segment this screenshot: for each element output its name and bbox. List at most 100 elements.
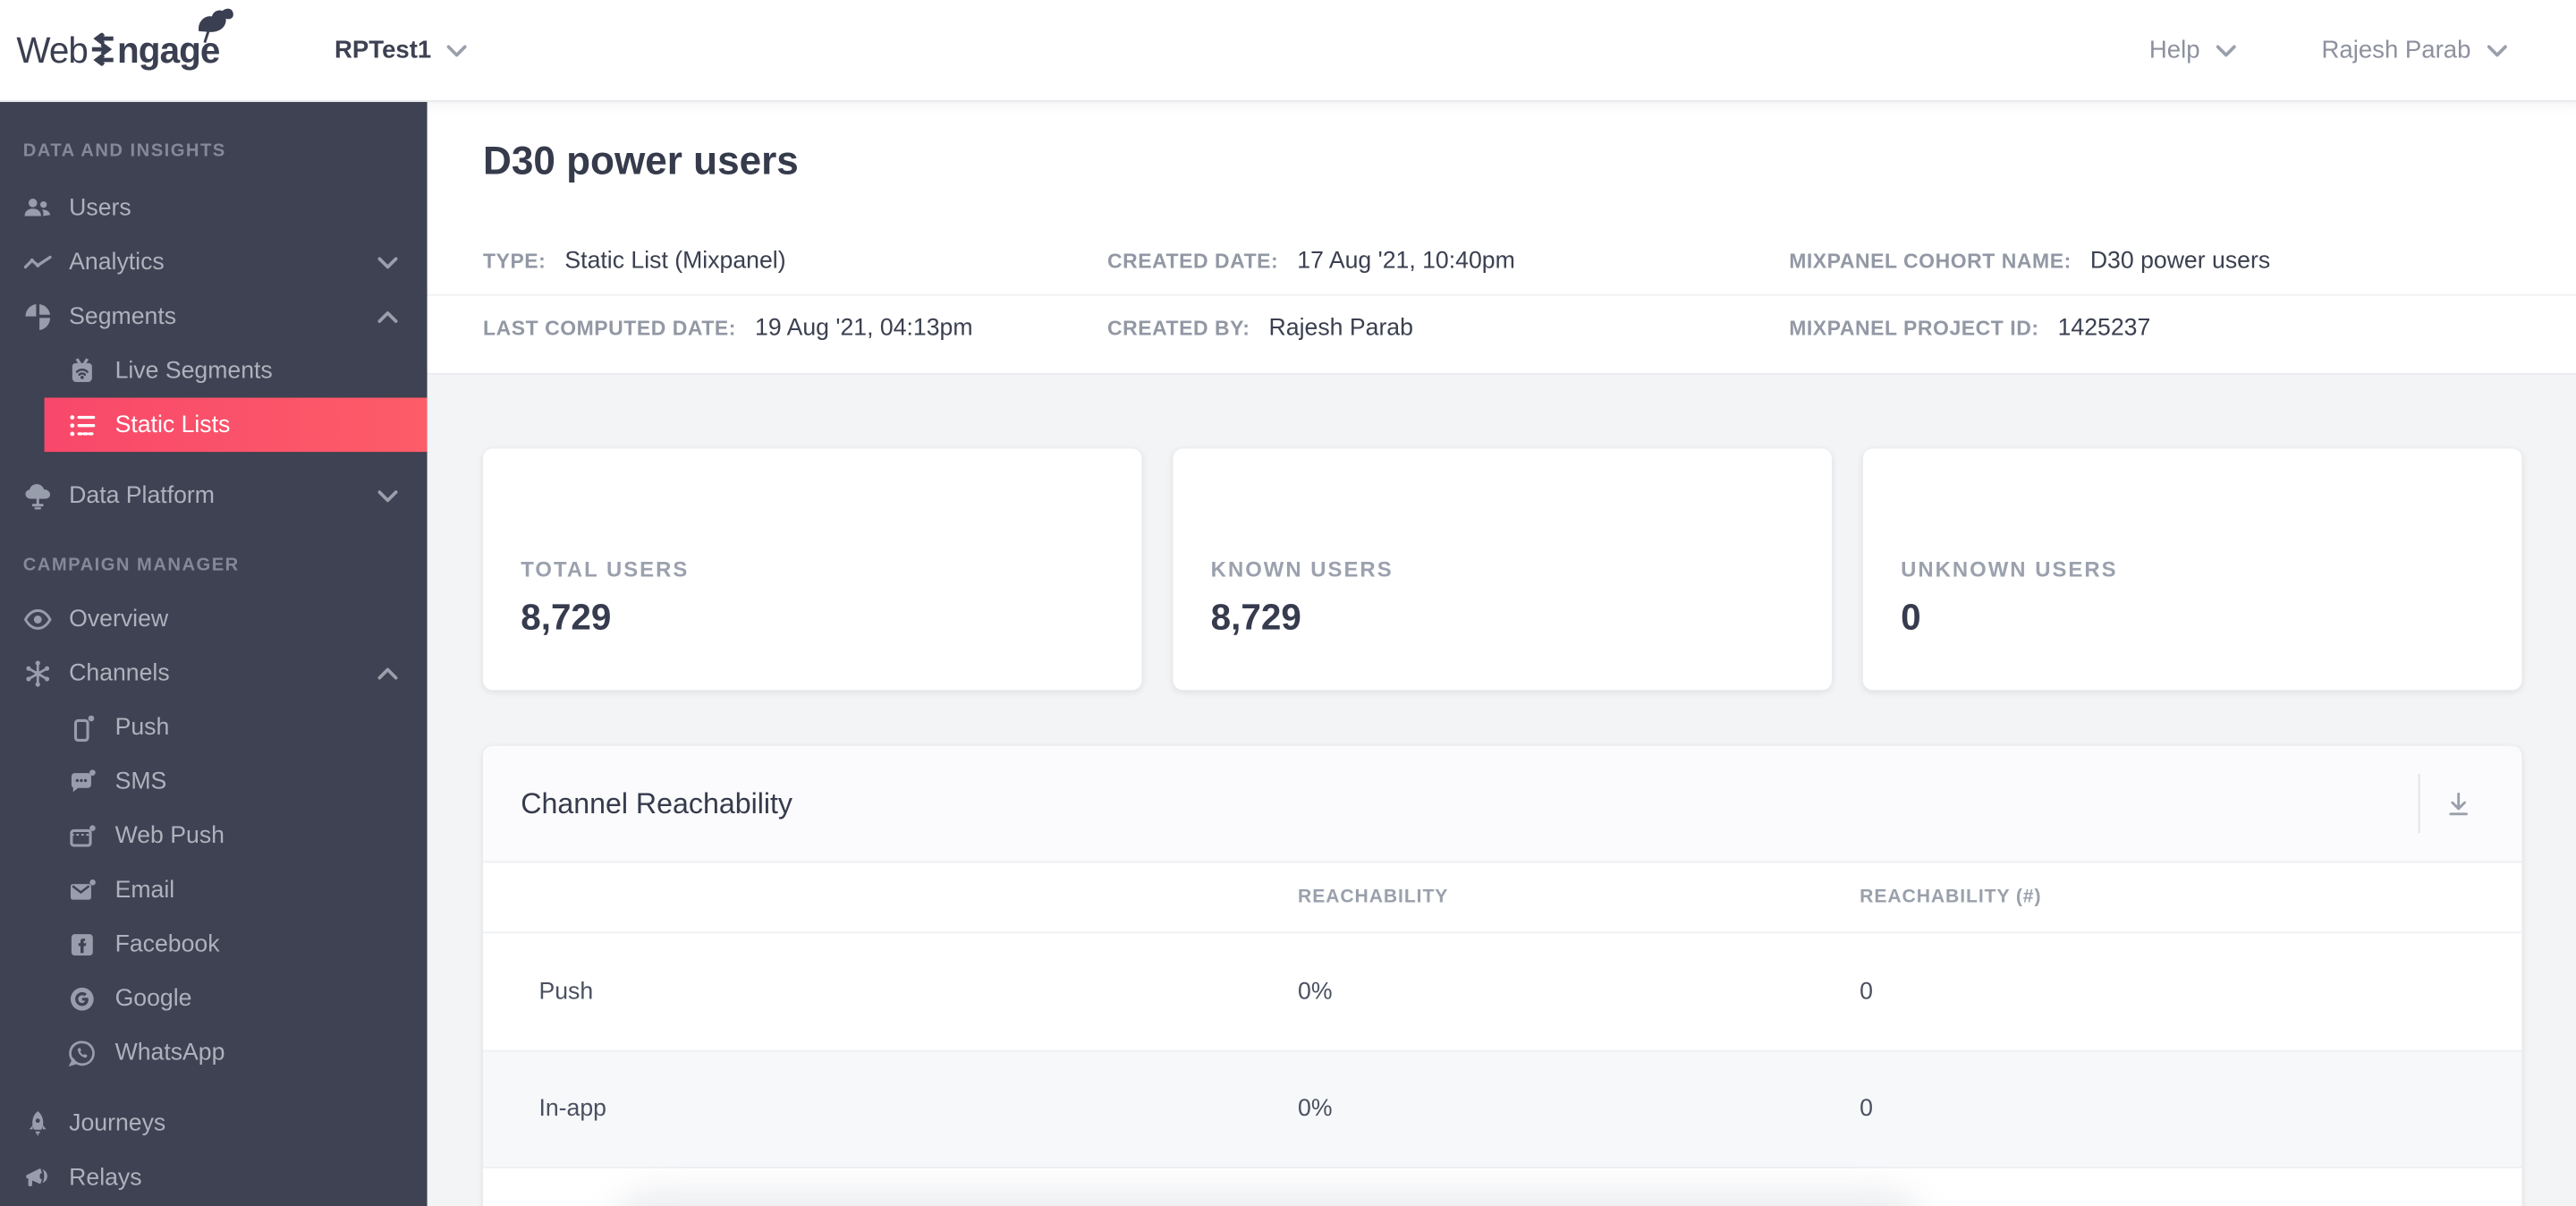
live-segments-icon [67, 356, 97, 386]
help-label: Help [2148, 36, 2200, 64]
sidebar-item-label: Web Push [114, 822, 225, 849]
user-menu[interactable]: Rajesh Parab [2322, 36, 2507, 64]
cell-reachability-count: 0 [1860, 978, 1874, 1006]
bottom-sheet-shadow [611, 1189, 1926, 1206]
stat-card-unknown-users: UNKNOWN USERS 0 [1862, 448, 2522, 691]
whatsapp-icon [67, 1038, 97, 1067]
sidebar-item-label: SMS [114, 768, 167, 795]
meta-value: 19 Aug '21, 04:13pm [755, 315, 973, 343]
sidebar-item-overview[interactable]: Overview [0, 591, 428, 646]
chevron-up-icon [377, 667, 398, 679]
cell-channel: Push [538, 978, 594, 1006]
meta-value: D30 power users [2089, 248, 2271, 275]
meta-type: TYPE: Static List (Mixpanel) [428, 247, 1107, 276]
main-content: D30 power users TYPE: Static List (Mixpa… [427, 101, 2576, 1206]
page-title: D30 power users [483, 140, 799, 184]
stat-value: 8,729 [1210, 596, 1301, 638]
web-push-icon [67, 820, 97, 850]
sidebar-item-live-segments[interactable]: Live Segments [0, 344, 428, 398]
project-switcher[interactable]: RPTest1 [335, 36, 466, 64]
sidebar-item-label: Push [114, 714, 170, 741]
section-campaign-manager: CAMPAIGN MANAGER Overview Channels Push … [0, 522, 428, 1204]
section-data-and-insights: DATA AND INSIGHTS Users Analytics Segmen… [0, 102, 428, 522]
users-icon [23, 193, 53, 223]
segments-icon [23, 302, 53, 331]
cell-reachability-count: 0 [1860, 1096, 1874, 1123]
section-title: DATA AND INSIGHTS [22, 140, 226, 162]
chevron-down-icon [2216, 44, 2236, 56]
sidebar-item-journeys[interactable]: Journeys [0, 1096, 428, 1151]
sidebar-item-relays[interactable]: Relays [0, 1151, 428, 1205]
column-reachability: REACHABILITY [1298, 887, 1449, 907]
stat-label: UNKNOWN USERS [1901, 556, 2118, 582]
sidebar-item-whatsapp[interactable]: WhatsApp [0, 1025, 428, 1080]
stat-card-known-users: KNOWN USERS 8,729 [1173, 448, 1832, 691]
push-icon [67, 712, 97, 742]
sidebar-item-sms[interactable]: SMS [0, 754, 428, 809]
sidebar-item-users[interactable]: Users [0, 181, 428, 235]
stat-card-total-users: TOTAL USERS 8,729 [483, 448, 1142, 691]
top-bar-right: Help Rajesh Parab [2149, 36, 2507, 64]
sidebar: DATA AND INSIGHTS Users Analytics Segmen… [0, 101, 428, 1206]
sidebar-item-segments[interactable]: Segments [0, 289, 428, 344]
sidebar-item-email[interactable]: Email [0, 862, 428, 917]
webengage-logo[interactable]: Web ngage [16, 7, 233, 72]
meta-value: 17 Aug '21, 10:40pm [1297, 248, 1515, 275]
email-icon [67, 875, 97, 904]
sidebar-item-label: Google [114, 985, 192, 1012]
cell-reachability: 0% [1298, 1096, 1333, 1123]
sidebar-item-label: Channels [69, 659, 170, 686]
download-button[interactable] [2420, 766, 2496, 841]
meta-label: LAST COMPUTED DATE: [483, 317, 737, 341]
segment-header: D30 power users TYPE: Static List (Mixpa… [427, 101, 2576, 375]
sidebar-item-web-push[interactable]: Web Push [0, 809, 428, 863]
stat-label: KNOWN USERS [1210, 556, 1394, 582]
project-name: RPTest1 [335, 36, 432, 64]
chevron-down-icon [445, 44, 466, 56]
panel-header: Channel Reachability [483, 745, 2522, 863]
sidebar-item-facebook[interactable]: Facebook [0, 917, 428, 972]
sidebar-item-label: Data Platform [69, 482, 215, 509]
sidebar-item-static-lists[interactable]: Static Lists [44, 397, 428, 453]
sidebar-item-push[interactable]: Push [0, 700, 428, 754]
sidebar-item-label: Analytics [69, 249, 165, 276]
help-menu[interactable]: Help [2149, 36, 2236, 64]
meta-cohort-name: MIXPANEL COHORT NAME: D30 power users [1789, 247, 2576, 276]
sidebar-item-label: Users [69, 194, 131, 222]
sidebar-item-channels[interactable]: Channels [0, 646, 428, 701]
sidebar-item-label: Journeys [69, 1109, 166, 1137]
segment-meta: TYPE: Static List (Mixpanel) CREATED DAT… [427, 228, 2576, 361]
meta-value: Rajesh Parab [1268, 315, 1413, 343]
chevron-down-icon [377, 489, 398, 502]
google-icon [67, 983, 97, 1013]
sidebar-item-label: Segments [69, 302, 177, 330]
sidebar-item-label: Overview [69, 605, 169, 633]
app-viewport: Web ngage RPTest1 Help Rajesh Parab DATA… [0, 0, 2576, 1206]
cell-reachability: 0% [1298, 978, 1333, 1006]
meta-last-computed: LAST COMPUTED DATE: 19 Aug '21, 04:13pm [428, 314, 1107, 344]
download-icon [2448, 791, 2468, 815]
sms-icon [67, 767, 97, 796]
channels-icon [23, 658, 53, 688]
sidebar-item-analytics[interactable]: Analytics [0, 235, 428, 290]
facebook-icon [67, 930, 97, 959]
meta-value: Static List (Mixpanel) [564, 248, 786, 275]
meta-label: CREATED DATE: [1106, 250, 1279, 273]
table-row: Push 0% 0 [483, 933, 2522, 1052]
meta-project-id: MIXPANEL PROJECT ID: 1425237 [1789, 314, 2576, 344]
meta-row-1: TYPE: Static List (Mixpanel) CREATED DAT… [428, 228, 2576, 293]
meta-value: 1425237 [2057, 315, 2151, 343]
meta-label: MIXPANEL COHORT NAME: [1789, 250, 2072, 273]
sidebar-item-label: WhatsApp [114, 1039, 225, 1066]
sidebar-item-label: Live Segments [114, 357, 273, 384]
panel-title: Channel Reachability [521, 786, 793, 820]
stat-value: 0 [1901, 596, 1921, 638]
channel-reachability-panel: Channel Reachability REACHABILITY REACHA… [483, 745, 2522, 1206]
sidebar-item-google[interactable]: Google [0, 972, 428, 1026]
meta-row-2: LAST COMPUTED DATE: 19 Aug '21, 04:13pm … [427, 293, 2576, 361]
meta-created-by: CREATED BY: Rajesh Parab [1107, 314, 1789, 344]
section-title: CAMPAIGN MANAGER [22, 555, 240, 575]
meta-label: CREATED BY: [1106, 317, 1250, 341]
analytics-icon [23, 247, 53, 276]
sidebar-item-data-platform[interactable]: Data Platform [0, 468, 428, 522]
